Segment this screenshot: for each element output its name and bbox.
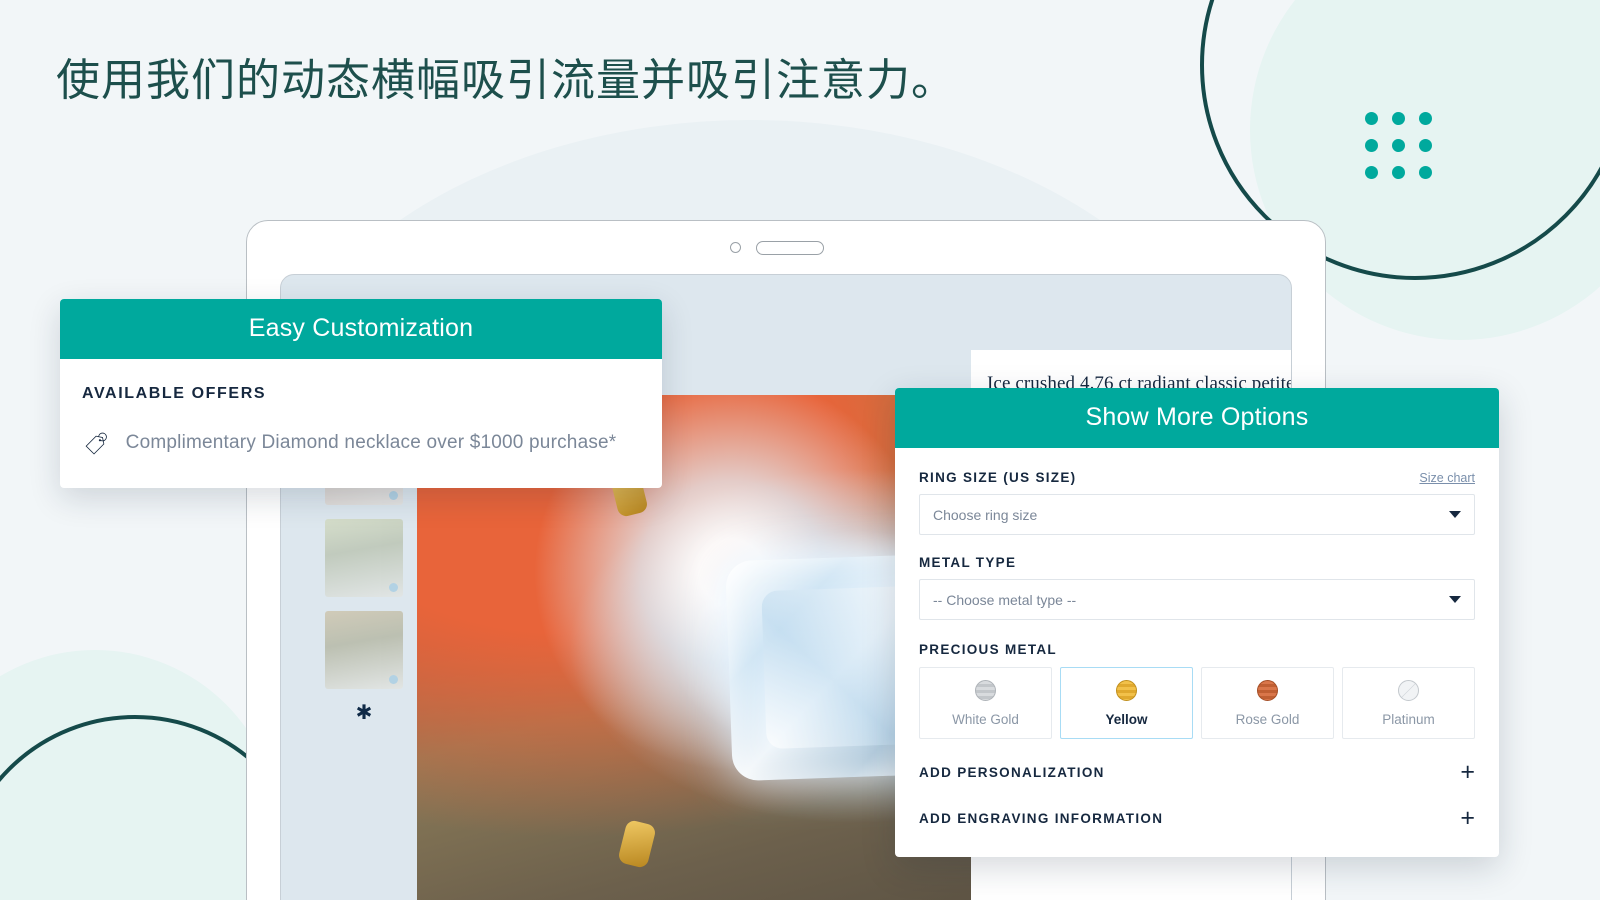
ring-prong	[616, 819, 657, 869]
available-offers-label: AVAILABLE OFFERS	[82, 385, 267, 402]
add-personalization-accordion[interactable]: ADD PERSONALIZATION +	[919, 739, 1475, 785]
chevron-down-icon	[1449, 511, 1461, 518]
size-chart-link[interactable]: Size chart	[1419, 471, 1475, 485]
offer-row: 🏷 Complimentary Diamond necklace over $1…	[82, 429, 640, 457]
speaker-grille-icon	[756, 241, 824, 255]
precious-metal-options: White Gold Yellow Rose Gold Platinum	[919, 667, 1475, 739]
precious-metal-option-rose-gold[interactable]: Rose Gold	[1201, 667, 1334, 739]
swatch-label: Yellow	[1105, 712, 1148, 727]
platinum-swatch-icon	[1398, 680, 1419, 701]
chevron-down-icon	[1449, 596, 1461, 603]
add-engraving-accordion[interactable]: ADD ENGRAVING INFORMATION +	[919, 785, 1475, 831]
ring-size-select[interactable]: Choose ring size	[919, 494, 1475, 535]
white-gold-swatch-icon	[975, 680, 996, 701]
decorative-mint-circle-bottom-left	[0, 650, 280, 900]
precious-metal-option-platinum[interactable]: Platinum	[1342, 667, 1475, 739]
page-root: 使用我们的动态横幅吸引流量并吸引注意力。 ✱ ♥ Ice crush	[0, 0, 1600, 900]
show-more-options-header[interactable]: Show More Options	[895, 388, 1499, 448]
swatch-label: White Gold	[952, 712, 1019, 727]
precious-metal-option-white-gold[interactable]: White Gold	[919, 667, 1052, 739]
thumbnail-4[interactable]	[325, 611, 403, 689]
add-personalization-label: ADD PERSONALIZATION	[919, 765, 1105, 780]
rose-gold-swatch-icon	[1257, 680, 1278, 701]
thumbnail-3[interactable]	[325, 519, 403, 597]
precious-metal-label: PRECIOUS METAL	[919, 642, 1057, 657]
metal-type-value: -- Choose metal type --	[933, 591, 1077, 608]
page-title: 使用我们的动态横幅吸引流量并吸引注意力。	[56, 56, 956, 105]
swatch-label: Rose Gold	[1235, 712, 1300, 727]
easy-customization-card: Easy Customization AVAILABLE OFFERS 🏷 Co…	[60, 299, 662, 488]
dot-grid-icon	[1365, 112, 1432, 179]
yellow-gold-swatch-icon	[1116, 680, 1137, 701]
plus-icon[interactable]: +	[1460, 806, 1475, 831]
show-more-options-panel: Show More Options RING SIZE (US SIZE) Si…	[895, 388, 1499, 857]
camera-dot-icon	[730, 242, 741, 253]
add-engraving-label: ADD ENGRAVING INFORMATION	[919, 811, 1164, 826]
show-more-options-body: RING SIZE (US SIZE) Size chart Choose ri…	[895, 448, 1499, 857]
ring-size-label: RING SIZE (US SIZE)	[919, 470, 1077, 485]
tag-icon: 🏷	[83, 429, 107, 457]
precious-metal-option-yellow[interactable]: Yellow	[1060, 667, 1193, 739]
easy-customization-body: AVAILABLE OFFERS 🏷 Complimentary Diamond…	[60, 359, 662, 488]
metal-type-label: METAL TYPE	[919, 555, 1017, 570]
offer-text: Complimentary Diamond necklace over $100…	[125, 432, 617, 453]
chevron-down-icon[interactable]: ✱	[325, 703, 403, 723]
ring-size-value: Choose ring size	[933, 506, 1038, 523]
swatch-label: Platinum	[1382, 712, 1435, 727]
plus-icon[interactable]: +	[1460, 760, 1475, 785]
ring-size-label-row: RING SIZE (US SIZE) Size chart	[919, 470, 1475, 485]
easy-customization-header: Easy Customization	[60, 299, 662, 359]
metal-type-select[interactable]: -- Choose metal type --	[919, 579, 1475, 620]
